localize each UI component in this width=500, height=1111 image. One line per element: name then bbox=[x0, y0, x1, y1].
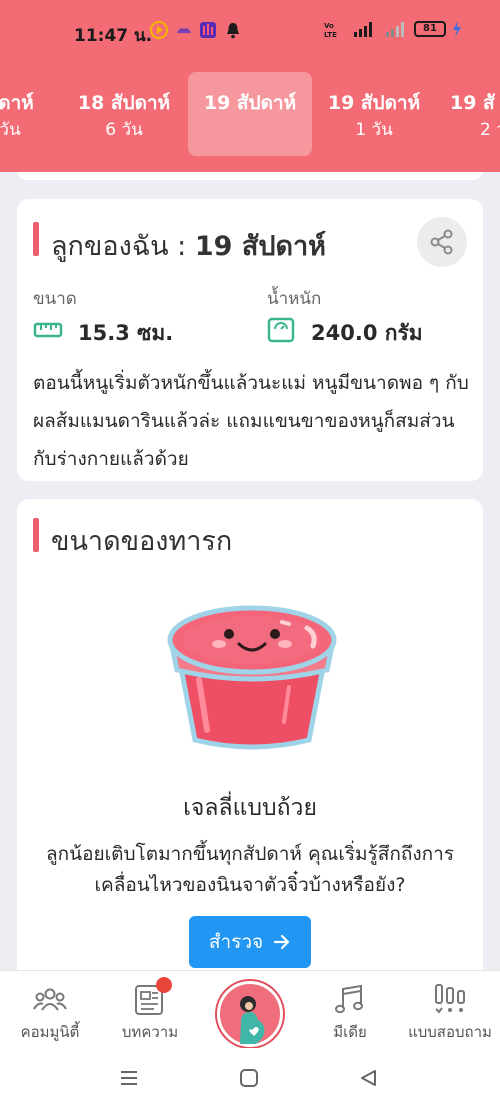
signal-weak-icon bbox=[386, 22, 404, 37]
nav-home-button[interactable] bbox=[217, 981, 283, 1047]
pregnant-mom-icon bbox=[240, 996, 265, 1044]
size-label: ขนาด bbox=[33, 289, 77, 309]
system-nav-bar bbox=[0, 1048, 500, 1111]
title-accent bbox=[33, 222, 39, 256]
fruit-description: ลูกน้อยเติบโตมากขึ้นทุกสัปดาห์ คุณเริ่มร… bbox=[45, 843, 455, 896]
bell-icon bbox=[227, 23, 239, 39]
week-tab-selected[interactable]: 19 สัปดาห์ bbox=[188, 72, 312, 156]
explore-button[interactable]: สำรวจ bbox=[189, 916, 311, 968]
week-tab[interactable]: 19 สัปดาห์ 1 วัน bbox=[316, 72, 432, 156]
week-tab[interactable]: 18 สัปดาห์ 6 วัน bbox=[66, 72, 182, 156]
weight-value: 240.0 กรัม bbox=[311, 321, 423, 345]
play-store-icon bbox=[150, 21, 168, 39]
nav-articles[interactable]: บทความ bbox=[100, 971, 200, 1049]
week-tab[interactable]: 19 สั 2 ว bbox=[444, 72, 500, 156]
home-icon[interactable] bbox=[238, 1068, 260, 1088]
nav-community[interactable]: คอมมูนิตี้ bbox=[0, 971, 100, 1049]
week-tab[interactable]: ปดาห์ วัน bbox=[0, 72, 60, 156]
explore-button-label: สำรวจ bbox=[208, 931, 264, 953]
baby-card-title: ลูกของฉัน : 19 สัปดาห์ bbox=[51, 231, 326, 262]
svg-text:LTE: LTE bbox=[324, 31, 337, 38]
bottom-nav: คอมมูนิตี้ บทความ มีเดีย แบบสอบถาม bbox=[0, 970, 500, 1048]
status-bar: 11:47 น. Vo LTE 81 bbox=[0, 0, 500, 62]
app-icon bbox=[200, 22, 216, 38]
size-value: 15.3 ซม. bbox=[78, 321, 174, 345]
ruler-icon bbox=[33, 322, 63, 338]
content-scroll[interactable]: ลูกของฉัน : 19 สัปดาห์ ขนาด 15.3 ซม. น้ำ… bbox=[0, 172, 500, 970]
music-icon bbox=[335, 984, 363, 1014]
status-right: Vo LTE 81 bbox=[324, 20, 462, 38]
volte-icon: Vo LTE bbox=[324, 22, 337, 38]
cloud-icon bbox=[177, 28, 191, 33]
title-accent bbox=[33, 518, 39, 552]
previous-card-edge bbox=[17, 172, 483, 180]
jelly-cup-image bbox=[167, 605, 337, 750]
baby-description: ตอนนี้หนูเริ่มตัวหนักขึ้นแล้วนะแม่ หนูมี… bbox=[33, 372, 469, 470]
baby-info-card: ลูกของฉัน : 19 สัปดาห์ ขนาด 15.3 ซม. น้ำ… bbox=[17, 199, 483, 481]
header: 11:47 น. Vo LTE 81 ดาห์ วัน 18 สัปดาห์ 6… bbox=[0, 0, 500, 172]
week-tabs: ปดาห์ วัน 18 สัปดาห์ 6 วัน 19 สัปดาห์ 19… bbox=[0, 72, 500, 156]
poll-icon bbox=[435, 984, 465, 1014]
community-icon bbox=[33, 988, 67, 1011]
battery-indicator: 81 bbox=[414, 21, 446, 37]
recent-apps-icon[interactable] bbox=[118, 1068, 140, 1088]
signal-icon bbox=[354, 22, 372, 37]
status-time: 11:47 น. bbox=[74, 26, 153, 46]
share-button[interactable] bbox=[417, 217, 467, 267]
share-icon bbox=[430, 229, 453, 255]
scale-icon bbox=[267, 317, 295, 343]
arrow-right-icon bbox=[274, 934, 290, 950]
baby-size-card: ขนาดของทารก เจลลี่แบบถ้วย ลูกน้อยเติบโตม… bbox=[17, 499, 483, 970]
baby-size-title: ขนาดของทารก bbox=[51, 526, 233, 557]
weight-label: น้ำหนัก bbox=[267, 289, 322, 309]
notification-badge bbox=[156, 977, 172, 993]
nav-media[interactable]: มีเดีย bbox=[300, 971, 400, 1049]
charging-icon bbox=[453, 21, 461, 37]
nav-quiz[interactable]: แบบสอบถาม bbox=[400, 971, 500, 1049]
fruit-name: เจลลี่แบบถ้วย bbox=[183, 795, 317, 821]
svg-text:Vo: Vo bbox=[324, 22, 334, 30]
back-icon[interactable] bbox=[358, 1068, 380, 1088]
